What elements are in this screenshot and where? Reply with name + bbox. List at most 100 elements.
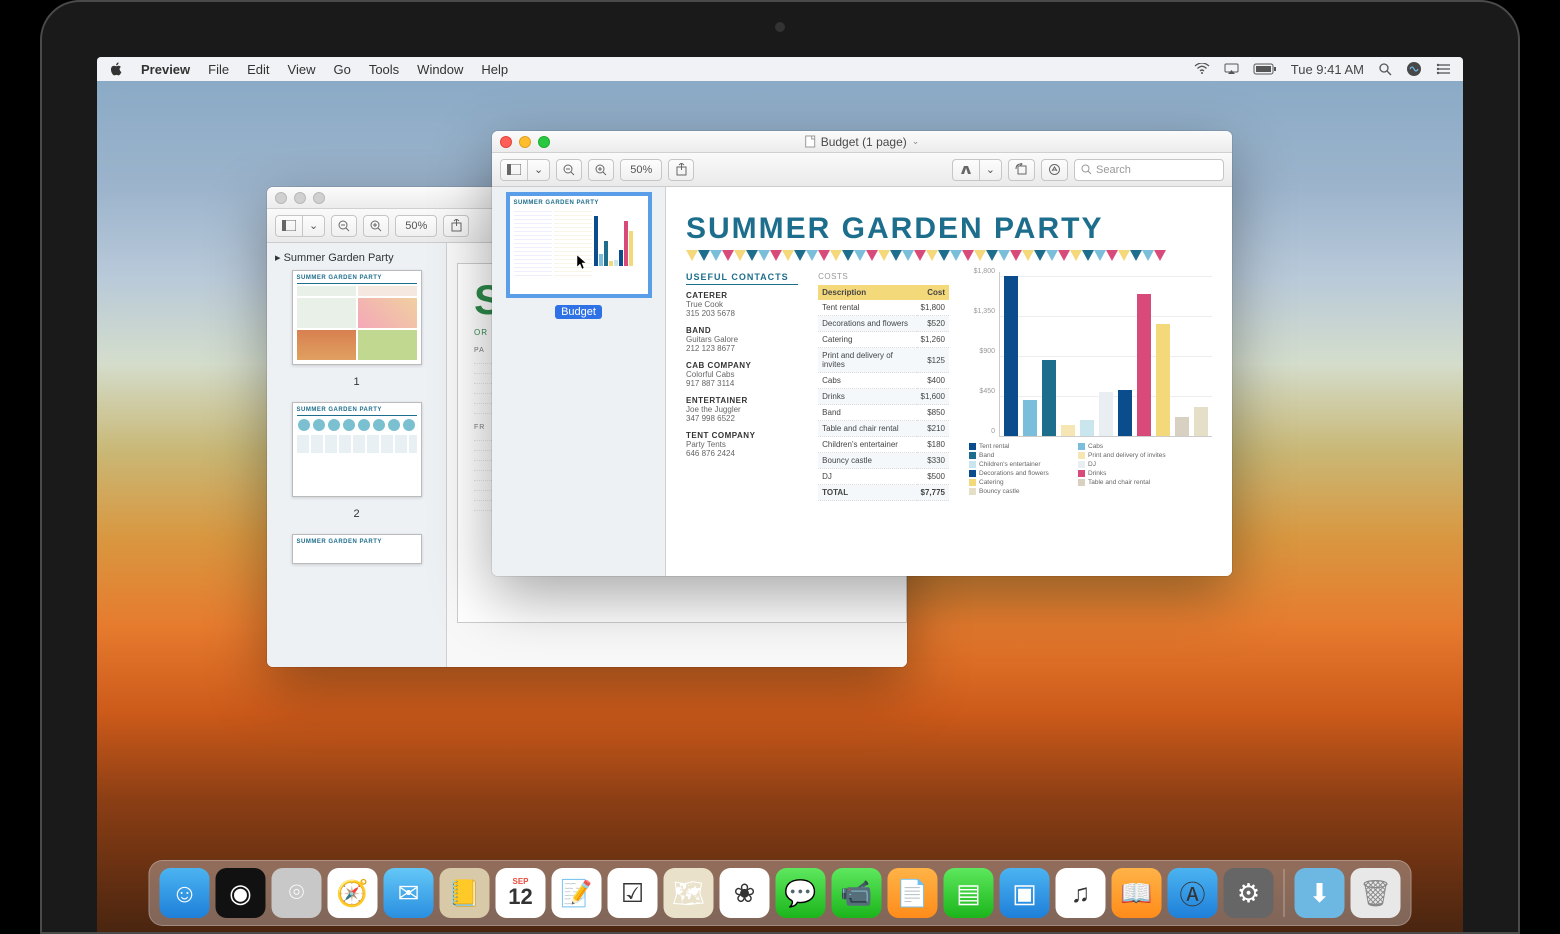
zoom-level[interactable]: 50%: [395, 215, 437, 237]
menubar-clock[interactable]: Tue 9:41 AM: [1291, 62, 1364, 77]
toolbar-front: ⌄ 50% ⌄ Search: [492, 153, 1232, 187]
dock-messages-icon[interactable]: 💬: [776, 868, 826, 918]
spotlight-icon[interactable]: [1378, 62, 1392, 76]
legend-item: Bouncy castle: [969, 488, 1064, 495]
thumbnail-page-1[interactable]: SUMMER GARDEN PARTY 1: [275, 270, 438, 388]
bar-drinks: [1137, 294, 1151, 436]
table-row: Tent rental$1,800: [818, 300, 949, 316]
dock-ibooks-icon[interactable]: 📖: [1112, 868, 1162, 918]
preview-window-front[interactable]: Budget (1 page) ⌄ ⌄ 50%: [492, 131, 1232, 576]
desktop[interactable]: Preview File Edit View Go Tools Window Help Tu…: [97, 57, 1463, 932]
thumbnail-budget[interactable]: SUMMER GARDEN PARTY: [500, 195, 657, 320]
maximize-button[interactable]: [538, 136, 550, 148]
contact-block: TENT COMPANYParty Tents646 876 2424: [686, 431, 798, 458]
maximize-button[interactable]: [313, 192, 325, 204]
camera: [775, 22, 785, 32]
markup-button[interactable]: [1041, 159, 1068, 181]
sidebar-dropdown-button[interactable]: ⌄: [302, 215, 325, 237]
highlight-dropdown-button[interactable]: ⌄: [979, 159, 1002, 181]
minimize-button[interactable]: [519, 136, 531, 148]
dock-numbers-icon[interactable]: ▤: [944, 868, 994, 918]
dock-downloads-icon[interactable]: ⬇: [1295, 868, 1345, 918]
titlebar-front[interactable]: Budget (1 page) ⌄: [492, 131, 1232, 153]
menu-tools[interactable]: Tools: [369, 62, 399, 77]
dock-photos-icon[interactable]: ❀: [720, 868, 770, 918]
bar-dj: [1099, 392, 1113, 436]
table-row: Table and chair rental$210: [818, 421, 949, 437]
dock-preferences-icon[interactable]: ⚙: [1224, 868, 1274, 918]
dock-trash-icon[interactable]: 🗑: [1351, 868, 1401, 918]
menu-go[interactable]: Go: [333, 62, 350, 77]
battery-icon[interactable]: [1253, 63, 1277, 75]
minimize-button[interactable]: [294, 192, 306, 204]
highlight-button[interactable]: [952, 159, 979, 181]
dock-mail-icon[interactable]: ✉: [384, 868, 434, 918]
dock-calendar-icon[interactable]: SEP12: [496, 868, 546, 918]
dock-siri-icon[interactable]: ◉: [216, 868, 266, 918]
bar-band: [1042, 360, 1056, 436]
thumbnail-page-3[interactable]: SUMMER GARDEN PARTY: [275, 534, 438, 569]
document-area-front[interactable]: SUMMER GARDEN PARTY USEFUL CONTACTS CATE…: [666, 187, 1232, 576]
sidebar-toggle-button[interactable]: [275, 215, 302, 237]
menu-edit[interactable]: Edit: [247, 62, 269, 77]
dock-safari-icon[interactable]: 🧭: [328, 868, 378, 918]
traffic-lights-front: [500, 136, 550, 148]
dock-appstore-icon[interactable]: Ⓐ: [1168, 868, 1218, 918]
notification-center-icon[interactable]: [1436, 63, 1451, 75]
menu-window[interactable]: Window: [417, 62, 463, 77]
apple-logo-icon[interactable]: [109, 62, 123, 76]
legend-item: DJ: [1078, 461, 1173, 468]
close-button[interactable]: [500, 136, 512, 148]
menu-help[interactable]: Help: [481, 62, 508, 77]
menu-file[interactable]: File: [208, 62, 229, 77]
dock-facetime-icon[interactable]: 📹: [832, 868, 882, 918]
close-button[interactable]: [275, 192, 287, 204]
airplay-icon[interactable]: [1224, 63, 1239, 75]
dock-maps-icon[interactable]: 🗺: [664, 868, 714, 918]
sidebar-back[interactable]: ▸ Summer Garden Party SUMMER GARDEN PART…: [267, 243, 447, 667]
dock-keynote-icon[interactable]: ▣: [1000, 868, 1050, 918]
dock-notes-icon[interactable]: 📝: [552, 868, 602, 918]
rotate-button[interactable]: [1008, 159, 1035, 181]
dock: ☺◉⌾🧭✉📒SEP12📝☑🗺❀💬📹📄▤▣♫📖Ⓐ⚙ ⬇🗑: [149, 860, 1412, 926]
bar-catering: [1156, 324, 1170, 436]
zoom-level[interactable]: 50%: [620, 159, 662, 181]
screen: Preview File Edit View Go Tools Window Help Tu…: [97, 57, 1463, 932]
chart-column: $1,800$1,350$900$4500 Tent rentalCabsBan…: [969, 272, 1212, 501]
dock-reminders-icon[interactable]: ☑: [608, 868, 658, 918]
zoom-out-button[interactable]: [331, 215, 357, 237]
dock-separator: [1284, 869, 1285, 917]
sidebar-dropdown-button[interactable]: ⌄: [527, 159, 550, 181]
zoom-out-button[interactable]: [556, 159, 582, 181]
sidebar-toggle-button[interactable]: [500, 159, 527, 181]
legend-item: Drinks: [1078, 470, 1173, 477]
siri-icon[interactable]: [1406, 61, 1422, 77]
costs-header-cost: Cost: [917, 285, 949, 300]
sidebar-front[interactable]: SUMMER GARDEN PARTY: [492, 187, 666, 576]
costs-column: COSTS Description Cost Tent rental$1,800…: [818, 272, 949, 501]
share-button[interactable]: [443, 215, 469, 237]
bar-cabs: [1023, 400, 1037, 436]
title-dropdown-icon: ⌄: [912, 136, 920, 147]
table-row: Catering$1,260: [818, 332, 949, 348]
menu-view[interactable]: View: [288, 62, 316, 77]
y-tick: $450: [979, 388, 995, 395]
dock-itunes-icon[interactable]: ♫: [1056, 868, 1106, 918]
wifi-icon[interactable]: [1194, 63, 1210, 75]
thumbnail-page-2[interactable]: SUMMER GARDEN PARTY: [275, 402, 438, 520]
search-field[interactable]: Search: [1074, 159, 1224, 181]
y-tick: $1,800: [974, 268, 995, 275]
window-title[interactable]: Budget (1 page) ⌄: [805, 135, 920, 149]
dock-contacts-icon[interactable]: 📒: [440, 868, 490, 918]
table-row: Cabs$400: [818, 373, 949, 389]
menubar: Preview File Edit View Go Tools Window Help Tu…: [97, 57, 1463, 81]
bunting-decoration: [686, 250, 1212, 262]
menu-app[interactable]: Preview: [141, 62, 190, 77]
dock-launchpad-icon[interactable]: ⌾: [272, 868, 322, 918]
dock-pages-icon[interactable]: 📄: [888, 868, 938, 918]
share-button[interactable]: [668, 159, 694, 181]
dock-finder-icon[interactable]: ☺: [160, 868, 210, 918]
zoom-in-button[interactable]: [363, 215, 389, 237]
table-row: Decorations and flowers$520: [818, 316, 949, 332]
zoom-in-button[interactable]: [588, 159, 614, 181]
